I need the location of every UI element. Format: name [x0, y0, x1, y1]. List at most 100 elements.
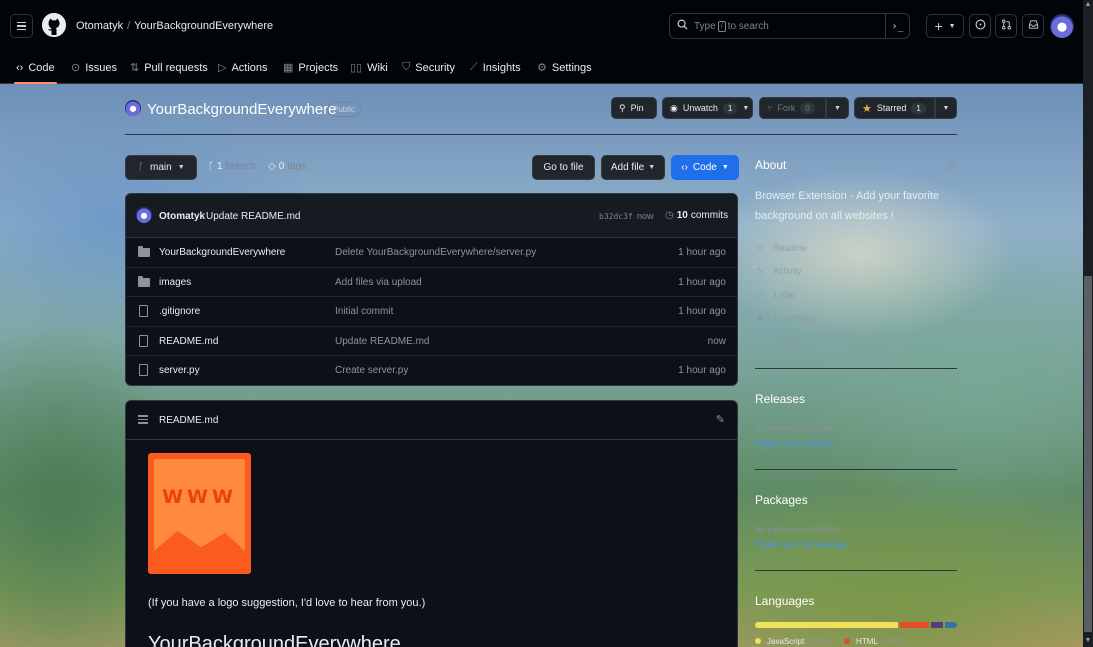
tab-wiki[interactable]: ▯▯ Wiki [350, 52, 388, 83]
file-commit-message[interactable]: Delete YourBackgroundEverywhere/server.p… [335, 247, 536, 258]
file-name[interactable]: YourBackgroundEverywhere [159, 247, 285, 258]
scrollbar[interactable]: ▲ ▼ [1083, 0, 1093, 647]
tab-label: Issues [85, 61, 118, 74]
commit-author[interactable]: Otomatyk [159, 211, 205, 222]
releases-empty: No releases published [755, 424, 835, 433]
search-input[interactable]: Type / to search ›_ [669, 13, 910, 39]
gear-icon: ⚙ [537, 62, 547, 74]
owner-link[interactable]: Otomatyk [76, 20, 123, 32]
www-logo: WWW [148, 453, 251, 574]
commit-message[interactable]: Update README.md [206, 211, 300, 222]
tags-link[interactable]: ◇ 0 tags [268, 161, 306, 172]
github-logo-icon[interactable] [42, 13, 66, 37]
tag-count: 0 [278, 161, 285, 172]
sidebar-item-watching[interactable]: ◉ 1 watching [755, 312, 816, 323]
commit-time: now [637, 211, 654, 221]
file-name[interactable]: .gitignore [159, 306, 200, 317]
scroll-down-icon[interactable]: ▼ [1084, 636, 1092, 646]
search-shortcut-key: / [717, 20, 726, 32]
pencil-icon[interactable]: ✎ [716, 413, 725, 426]
gear-icon[interactable]: ⚙ [946, 158, 957, 172]
tab-label: Actions [231, 61, 268, 74]
readme-panel: README.md ✎ WWW (If you have a logo sugg… [125, 400, 738, 647]
add-file-label: Add file [610, 162, 645, 173]
packages-heading[interactable]: Packages [755, 493, 808, 507]
sidebar-divider [755, 368, 957, 369]
file-commit-message[interactable]: Add files via upload [335, 277, 422, 288]
branches-link[interactable]: ᚴ 1 branch [208, 161, 256, 172]
pull-requests-button[interactable] [995, 14, 1017, 38]
file-icon [139, 364, 148, 377]
repo-owner-avatar[interactable] [125, 100, 141, 116]
about-description: Browser Extension - Add your favorite ba… [755, 190, 940, 222]
sidebar-item-label: 1 star [773, 289, 796, 300]
sidebar-item-stars[interactable]: ☆ 1 star [755, 289, 796, 300]
fork-dropdown-button[interactable]: ▼ [826, 97, 849, 119]
star-dropdown-button[interactable]: ▼ [935, 97, 957, 119]
file-name[interactable]: server.py [159, 365, 200, 376]
language-bar-segment [930, 622, 944, 628]
tab-code[interactable]: ‹› Code [14, 52, 57, 84]
language-bar-segment [945, 622, 957, 628]
chevron-down-icon: ▼ [721, 164, 729, 171]
commit-author-avatar[interactable] [136, 207, 152, 223]
sidebar-item-activity[interactable]: ∿ Activity [755, 265, 802, 276]
readme-title[interactable]: README.md [159, 415, 218, 426]
inbox-icon [1028, 19, 1039, 33]
go-to-file-button[interactable]: Go to file [532, 155, 595, 180]
file-name[interactable]: images [159, 277, 191, 288]
scroll-up-icon[interactable]: ▲ [1084, 0, 1092, 10]
table-icon: ▦ [283, 62, 294, 74]
file-row[interactable]: server.py Create server.py 1 hour ago [126, 356, 737, 385]
breadcrumb-separator: / [127, 20, 131, 32]
tab-projects[interactable]: ▦ Projects [283, 52, 338, 83]
commit-sha[interactable]: b32dc3f [599, 212, 633, 221]
eye-icon: ◉ [670, 102, 678, 113]
menu-button[interactable] [10, 14, 33, 38]
sidebar-item-forks[interactable]: ⑂ 0 forks [755, 335, 800, 345]
scrollbar-thumb[interactable] [1084, 276, 1092, 632]
list-icon[interactable] [138, 415, 148, 425]
file-row[interactable]: images Add files via upload 1 hour ago [126, 268, 737, 298]
branch-select-button[interactable]: ᚴ main ▼ [125, 155, 197, 180]
pin-button[interactable]: ⚲ Pin [611, 97, 657, 119]
tab-settings[interactable]: ⚙ Settings [537, 52, 592, 83]
repo-link[interactable]: YourBackgroundEverywhere [134, 20, 273, 32]
issues-button[interactable] [969, 14, 991, 38]
file-commit-message[interactable]: Create server.py [335, 365, 408, 376]
language-item-html[interactable]: HTML 14.6% [844, 637, 904, 646]
command-palette-icon[interactable]: ›_ [885, 14, 909, 38]
file-commit-message[interactable]: Update README.md [335, 336, 429, 347]
repo-title[interactable]: YourBackgroundEverywhere [147, 101, 337, 118]
file-row[interactable]: YourBackgroundEverywhere Delete YourBack… [126, 238, 737, 268]
tab-actions[interactable]: ▷ Actions [218, 52, 268, 83]
language-item-javascript[interactable]: JavaScript 72.9% [755, 637, 830, 646]
tab-issues[interactable]: ⊙ Issues [71, 52, 117, 83]
tab-pull-requests[interactable]: ⇅ Pull requests [130, 52, 208, 83]
tab-security[interactable]: ⛉ Security [402, 52, 455, 83]
about-heading: About [755, 158, 787, 172]
commits-link[interactable]: ◷ 10 commits [665, 210, 728, 221]
fork-button[interactable]: ⑂ Fork 0 [759, 97, 826, 119]
user-avatar[interactable] [1050, 14, 1074, 38]
inbox-button[interactable] [1022, 14, 1044, 38]
file-name[interactable]: README.md [159, 336, 218, 347]
unwatch-button[interactable]: ◉ Unwatch 1 ▼ [662, 97, 753, 119]
file-row[interactable]: .gitignore Initial commit 1 hour ago [126, 297, 737, 327]
releases-heading[interactable]: Releases [755, 392, 805, 406]
play-icon: ▷ [218, 62, 227, 74]
code-icon: ‹› [16, 61, 24, 74]
create-new-button[interactable]: + ▼ [926, 14, 964, 38]
tab-insights[interactable]: ⟋ Insights [470, 52, 521, 83]
file-row[interactable]: README.md Update README.md now [126, 327, 737, 357]
create-release-link[interactable]: Create a new release [755, 439, 831, 448]
sidebar-item-readme[interactable]: ▯ Readme [755, 242, 808, 253]
add-file-button[interactable]: Add file ▼ [601, 155, 665, 180]
chevron-down-icon: ▼ [177, 164, 185, 171]
sidebar-item-label: Activity [773, 265, 802, 276]
file-commit-message[interactable]: Initial commit [335, 306, 393, 317]
sidebar-item-label: 1 watching [773, 312, 817, 323]
publish-package-link[interactable]: Publish your first package [755, 540, 847, 549]
starred-button[interactable]: ★ Starred 1 [854, 97, 935, 119]
code-button[interactable]: ‹› Code ▼ [671, 155, 739, 180]
